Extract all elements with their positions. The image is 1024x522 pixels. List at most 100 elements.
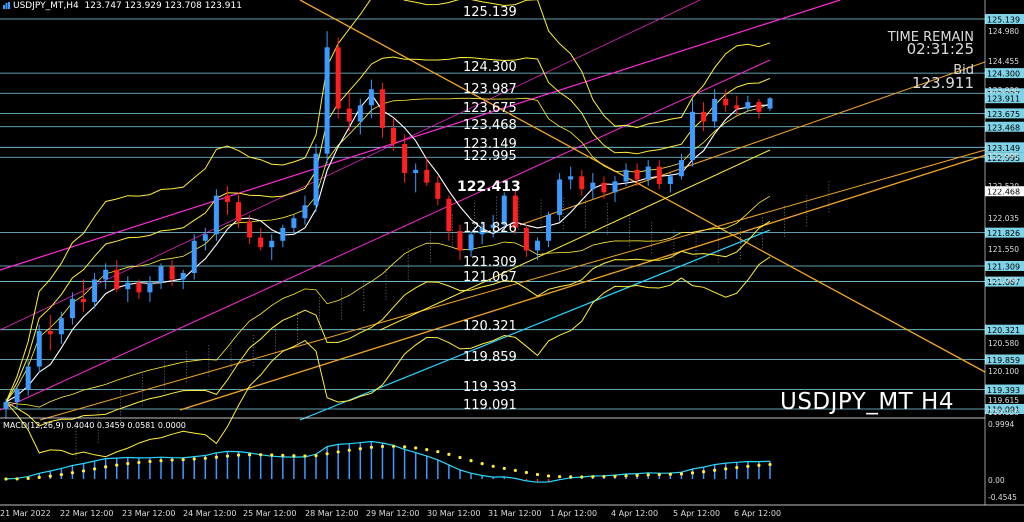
macd-signal-dot: [535, 472, 540, 477]
level-label: 123.987: [463, 82, 517, 97]
bear-candle: [446, 198, 452, 232]
macd-signal-dot: [657, 472, 661, 477]
bull-candle: [413, 169, 419, 174]
price-tick: 124.980: [988, 27, 1019, 36]
bear-candle: [258, 237, 264, 248]
overlap-label: 122.413: [457, 179, 521, 195]
level-label: 119.393: [463, 380, 517, 395]
price-tick: 122.035: [988, 214, 1019, 223]
bear-candle: [391, 127, 397, 145]
level-tag-text: 119.859: [987, 356, 1020, 365]
macd-signal-dot: [403, 445, 407, 449]
level-label: 120.321: [463, 319, 517, 334]
bull-candle: [103, 269, 109, 280]
bull-candle: [534, 240, 540, 251]
bear-candle: [756, 102, 762, 112]
bull-candle: [25, 366, 31, 390]
price-tick: 123.930: [988, 86, 1019, 95]
price-tick: 120.580: [988, 339, 1019, 348]
bear-candle: [634, 169, 640, 180]
bear-candle: [424, 169, 430, 183]
macd-signal-dot: [546, 474, 551, 478]
bear-candle: [435, 182, 441, 199]
symbol-watermark: USDJPY_MT H4: [780, 389, 954, 415]
macd-signal-dot: [148, 459, 152, 464]
macd-signal-dot: [325, 452, 329, 456]
level-tag-text: 123.468: [987, 123, 1020, 132]
time-label: 29 Mar 12:00: [366, 509, 419, 518]
level-label: 119.091: [463, 398, 517, 413]
bull-candle: [546, 214, 552, 241]
macd-signal-dot: [336, 450, 340, 454]
level-label: 124.300: [463, 60, 517, 75]
bear-candle: [734, 105, 740, 109]
macd-signal-dot: [458, 455, 462, 460]
bear-candle: [47, 331, 53, 335]
time-label: 31 Mar 12:00: [488, 509, 541, 518]
level-tag-text: 120.321: [987, 326, 1020, 335]
price-tick: 119.125: [988, 408, 1019, 417]
macd-signal-dot: [558, 475, 562, 479]
time-remain-value: 02:31:25: [906, 40, 974, 58]
macd-signal-dot: [613, 474, 617, 478]
macd-signal-dot: [469, 459, 473, 463]
bull-candle: [324, 47, 330, 154]
macd-signal-dot: [26, 476, 30, 481]
macd-signal-dot: [369, 445, 373, 449]
price-tick: 124.455: [988, 57, 1019, 66]
macd-signal-dot: [126, 461, 130, 466]
bear-candle: [656, 166, 662, 185]
macd-signal-dot: [236, 453, 241, 457]
level-label: 123.675: [463, 101, 517, 116]
macd-signal-dot: [746, 464, 750, 468]
bull-candle: [568, 176, 574, 180]
level-label: 122.995: [463, 149, 517, 164]
bull-candle: [645, 166, 651, 180]
macd-signal-dot: [447, 452, 451, 456]
macd-signal-dot: [214, 455, 218, 459]
macd-signal-dot: [4, 477, 8, 481]
macd-signal-dot: [602, 474, 606, 479]
time-label: 22 Mar 12:00: [60, 509, 113, 518]
bear-candle: [457, 231, 463, 251]
price-tick: 122.520: [988, 182, 1019, 191]
time-label: 21 Mar 2022: [0, 509, 51, 518]
level-tag-text: 124.300: [987, 70, 1020, 79]
symbol-name: USDJPY_MT,H4: [13, 1, 79, 11]
time-label: 23 Mar 12:00: [122, 509, 175, 518]
bear-candle: [236, 202, 242, 222]
macd-signal-dot: [15, 477, 19, 481]
bull-candle: [92, 279, 98, 303]
time-label: 28 Mar 12:00: [305, 509, 358, 518]
bull-candle: [313, 153, 319, 206]
macd-signal-dot: [181, 458, 185, 462]
macd-signal-dot: [668, 472, 672, 476]
macd-signal-dot: [425, 448, 429, 452]
bull-candle: [125, 282, 131, 290]
bear-candle: [81, 298, 87, 303]
bull-candle: [36, 331, 42, 367]
bull-candle: [368, 89, 374, 106]
bull-candle: [612, 181, 618, 193]
macd-signal-dot: [391, 444, 396, 448]
bull-candle: [291, 218, 297, 228]
macd-signal-dot: [259, 453, 263, 457]
bull-candle: [357, 105, 363, 122]
bull-candle: [180, 273, 186, 280]
time-label: 6 Apr 12:00: [734, 509, 781, 518]
level-tag-text: 119.393: [987, 386, 1020, 395]
macd-signal-dot: [724, 467, 728, 471]
price-tick: 120.100: [988, 367, 1019, 376]
level-tag-text: 125.139: [987, 16, 1020, 25]
time-label: 25 Mar 12:00: [243, 509, 296, 518]
macd-signal-dot: [690, 471, 695, 475]
macd-signal-dot: [491, 464, 495, 468]
bull-candle: [213, 195, 219, 235]
macd-signal-dot: [768, 462, 772, 467]
bull-candle: [623, 169, 629, 182]
macd-signal-dot: [314, 454, 318, 458]
macd-signal-dot: [701, 470, 706, 474]
bull-candle: [590, 182, 596, 190]
level-label: 121.826: [463, 221, 517, 236]
price-chart[interactable]: 125.139124.300123.987123.675123.468123.1…: [0, 0, 1024, 522]
